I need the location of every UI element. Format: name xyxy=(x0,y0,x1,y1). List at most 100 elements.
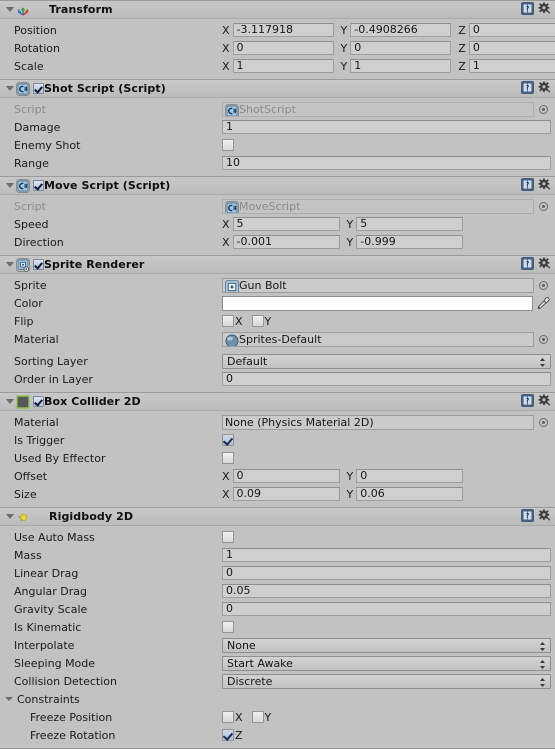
gear-icon[interactable] xyxy=(538,2,551,18)
toggle-z[interactable]: Z xyxy=(222,729,252,742)
gear-icon[interactable] xyxy=(538,394,551,410)
axis-label-y: Y xyxy=(340,23,348,37)
rotation-x-input[interactable]: 0 xyxy=(232,41,334,55)
material-object-field[interactable]: None (Physics Material 2D) xyxy=(222,414,534,430)
rotation-z-input[interactable]: 0 xyxy=(468,41,555,55)
component-header-transform[interactable]: Transform? xyxy=(0,1,555,19)
toggle-y[interactable]: Y xyxy=(251,314,281,328)
inspector-row: Color xyxy=(0,294,555,312)
is-trigger-checkbox[interactable] xyxy=(222,434,234,446)
position-y-input[interactable]: -0.4908266 xyxy=(350,23,452,37)
axis-label-z: Z xyxy=(458,59,466,73)
flip-y-checkbox[interactable] xyxy=(251,315,264,327)
gear-icon[interactable] xyxy=(538,257,551,273)
freeze-rotation-z-checkbox[interactable] xyxy=(222,729,234,741)
damage-input[interactable]: 1 xyxy=(222,120,551,134)
field-label: Rotation xyxy=(14,41,61,55)
help-book-icon[interactable]: ? xyxy=(521,257,534,273)
inspector-row: Gravity Scale 0 xyxy=(0,600,555,618)
csharp-script-icon xyxy=(16,178,30,193)
scale-y-input[interactable]: 1 xyxy=(350,59,452,73)
size-y-input[interactable]: 0.06 xyxy=(356,487,464,501)
eyedropper-icon[interactable] xyxy=(536,296,551,311)
component-header-shot-script[interactable]: Shot Script (Script)? xyxy=(0,80,555,98)
component-header-box-collider-2d[interactable]: Box Collider 2D? xyxy=(0,393,555,411)
gear-icon[interactable] xyxy=(538,81,551,97)
field-label: Sorting Layer xyxy=(14,354,88,368)
chevron-down-icon[interactable] xyxy=(4,694,14,704)
speed-y-input[interactable]: 5 xyxy=(356,217,464,231)
sprite-object-field[interactable]: Gun Bolt xyxy=(222,277,534,293)
direction-x-input[interactable]: -0.001 xyxy=(232,235,340,249)
toggle-x[interactable]: X xyxy=(222,711,252,724)
inspector-row: Interpolate None xyxy=(0,636,555,654)
angular-drag-input[interactable]: 0.05 xyxy=(222,584,551,598)
linear-drag-input[interactable]: 0 xyxy=(222,566,551,580)
axis-label-y: Y xyxy=(264,314,272,328)
size-x-input[interactable]: 0.09 xyxy=(232,487,340,501)
direction-y-input[interactable]: -0.999 xyxy=(356,235,464,249)
object-picker-icon[interactable] xyxy=(537,416,550,429)
foldout-arrow-icon[interactable] xyxy=(4,396,15,407)
color-swatch-field[interactable] xyxy=(222,295,533,311)
component-enable-checkbox[interactable] xyxy=(33,259,44,270)
scale-x-input[interactable]: 1 xyxy=(232,59,334,73)
object-picker-icon[interactable] xyxy=(537,200,550,213)
foldout-arrow-icon[interactable] xyxy=(4,83,15,94)
help-book-icon[interactable]: ? xyxy=(521,81,534,97)
position-z-input[interactable]: 0 xyxy=(468,23,555,37)
foldout-arrow-icon[interactable] xyxy=(4,180,15,191)
foldout-arrow-icon[interactable] xyxy=(4,4,15,15)
toggle-x[interactable]: X xyxy=(222,315,252,328)
help-book-icon[interactable]: ? xyxy=(521,509,534,525)
use-auto-mass-checkbox[interactable] xyxy=(222,531,234,543)
help-book-icon[interactable]: ? xyxy=(521,394,534,410)
position-x-input[interactable]: -3.117918 xyxy=(232,23,334,37)
enemy-shot-checkbox[interactable] xyxy=(222,139,234,151)
component-enable-checkbox[interactable] xyxy=(33,396,44,407)
is-kinematic-checkbox[interactable] xyxy=(222,621,234,633)
material-object-field[interactable]: Sprites-Default xyxy=(222,331,534,347)
constraints-foldout[interactable]: Constraints xyxy=(4,693,222,706)
inspector-row: Material None (Physics Material 2D) xyxy=(0,413,555,431)
field-label: Direction xyxy=(14,235,64,249)
rotation-y-input[interactable]: 0 xyxy=(350,41,452,55)
object-picker-icon[interactable] xyxy=(537,279,550,292)
sleeping-mode-dropdown[interactable]: Start Awake xyxy=(222,655,551,671)
freeze-position-x-checkbox[interactable] xyxy=(222,711,234,723)
sorting-layer-dropdown[interactable]: Default xyxy=(222,353,551,369)
foldout-arrow-icon[interactable] xyxy=(4,259,15,270)
component-header-move-script[interactable]: Move Script (Script)? xyxy=(0,177,555,195)
component-header-sprite-renderer[interactable]: Sprite Renderer? xyxy=(0,256,555,274)
used-by-effector-checkbox[interactable] xyxy=(222,452,234,464)
object-picker-icon[interactable] xyxy=(537,333,550,346)
svg-text:?: ? xyxy=(526,260,530,268)
gear-icon[interactable] xyxy=(538,178,551,194)
svg-text:?: ? xyxy=(526,84,530,92)
help-book-icon[interactable]: ? xyxy=(521,2,534,18)
offset-y-input[interactable]: 0 xyxy=(356,469,464,483)
foldout-arrow-icon[interactable] xyxy=(4,511,15,522)
offset-x-input[interactable]: 0 xyxy=(232,469,340,483)
scale-z-input[interactable]: 1 xyxy=(468,59,555,73)
order-in-layer-input[interactable]: 0 xyxy=(222,372,551,386)
speed-x-input[interactable]: 5 xyxy=(232,217,340,231)
flip-x-checkbox[interactable] xyxy=(222,315,234,327)
toggle-y[interactable]: Y xyxy=(251,711,281,724)
svg-text:?: ? xyxy=(526,181,530,189)
component-enable-checkbox[interactable] xyxy=(33,180,44,191)
field-label: Freeze Rotation xyxy=(30,728,116,742)
gravity-scale-input[interactable]: 0 xyxy=(222,602,551,616)
range-input[interactable]: 10 xyxy=(222,156,551,170)
component-enable-checkbox[interactable] xyxy=(33,83,44,94)
freeze-position-y-checkbox[interactable] xyxy=(251,711,264,723)
interpolate-dropdown[interactable]: None xyxy=(222,637,551,653)
collision-detection-dropdown[interactable]: Discrete xyxy=(222,673,551,689)
mass-input[interactable]: 1 xyxy=(222,548,551,562)
component-transform: Transform? Position X -3.117918 Y -0.4908266 Z… xyxy=(0,1,555,79)
object-picker-icon[interactable] xyxy=(537,103,550,116)
field-label: Used By Effector xyxy=(14,451,106,465)
gear-icon[interactable] xyxy=(538,509,551,525)
component-header-rigidbody-2d[interactable]: Rigidbody 2D? xyxy=(0,508,555,526)
help-book-icon[interactable]: ? xyxy=(521,178,534,194)
